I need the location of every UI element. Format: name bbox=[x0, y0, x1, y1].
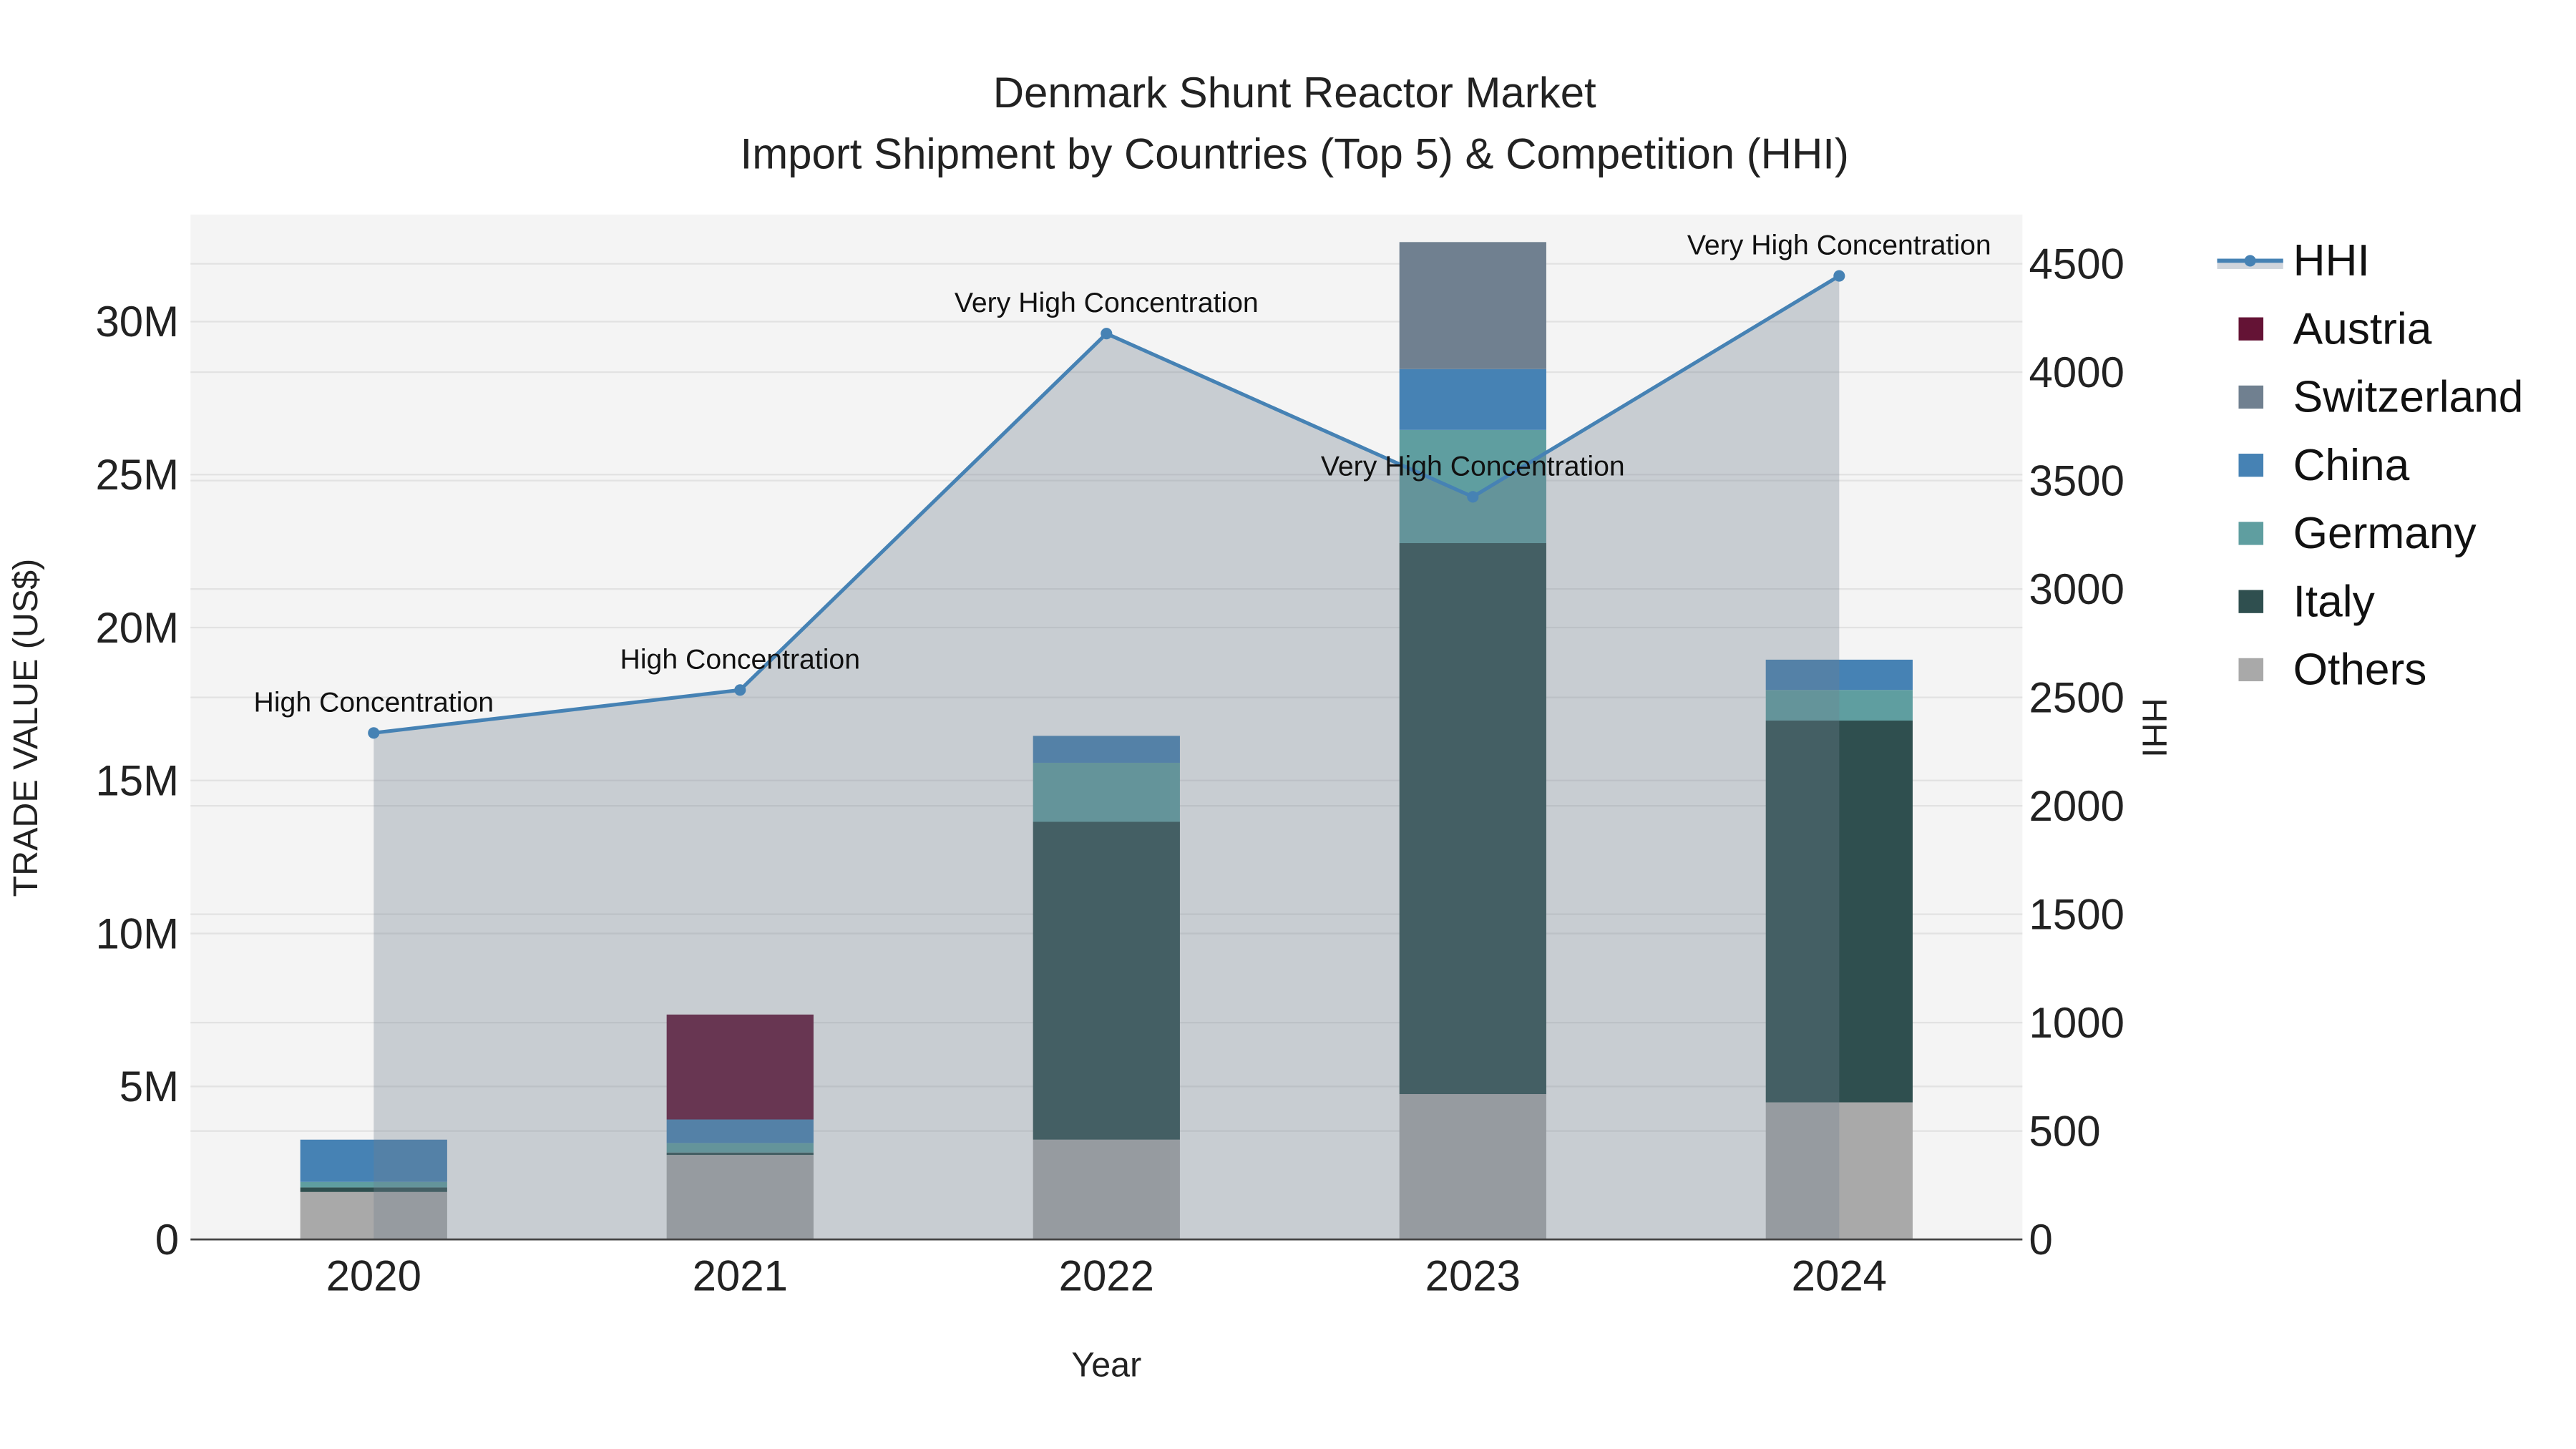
x-tick-label: 2024 bbox=[1792, 1252, 1887, 1300]
hhi-point-2020 bbox=[368, 727, 380, 739]
chart-title: Denmark Shunt Reactor Market bbox=[993, 69, 1596, 117]
y2-tick-label: 4000 bbox=[2029, 348, 2124, 396]
bar-china-2023 bbox=[1399, 369, 1546, 430]
y-tick-label: 5M bbox=[119, 1063, 179, 1111]
x-tick-label: 2020 bbox=[326, 1252, 421, 1300]
bar-switzerland-2023 bbox=[1399, 242, 1546, 369]
legend-label-germany: Germany bbox=[2293, 509, 2477, 558]
chart-subtitle: Import Shipment by Countries (Top 5) & C… bbox=[741, 130, 1849, 177]
legend-label-italy: Italy bbox=[2293, 577, 2376, 626]
legend-swatch-germany bbox=[2238, 522, 2264, 545]
hhi-point-2021 bbox=[734, 684, 746, 696]
y2-tick-label: 2000 bbox=[2029, 782, 2124, 830]
legend-label-china: China bbox=[2293, 441, 2410, 490]
x-axis-ticks: 2020 2021 2022 2023 2024 bbox=[326, 1252, 1887, 1300]
hhi-point-2023 bbox=[1467, 491, 1479, 503]
legend-label-switzerland: Switzerland bbox=[2293, 373, 2524, 422]
y-tick-label: 0 bbox=[155, 1216, 179, 1264]
y2-tick-label: 1500 bbox=[2029, 890, 2124, 938]
chart: High Concentration High Concentration Very… bbox=[6, 69, 2524, 1385]
legend-label-hhi: HHI bbox=[2293, 236, 2370, 286]
y2-tick-label: 2500 bbox=[2029, 673, 2124, 721]
legend-swatch-switzerland bbox=[2238, 385, 2264, 409]
legend-label-austria: Austria bbox=[2293, 304, 2432, 353]
y2-axis-ticks: 0 500 1000 1500 2000 2500 3000 3500 4000 4500 bbox=[2029, 240, 2124, 1263]
legend-swatch-china bbox=[2238, 454, 2264, 477]
x-tick-label: 2021 bbox=[693, 1252, 788, 1300]
hhi-annotation: High Concentration bbox=[620, 644, 860, 675]
y-tick-label: 10M bbox=[95, 909, 179, 957]
legend-label-others: Others bbox=[2293, 645, 2427, 695]
y2-tick-label: 4500 bbox=[2029, 240, 2124, 288]
hhi-point-2022 bbox=[1101, 328, 1113, 340]
hhi-annotation: High Concentration bbox=[254, 687, 494, 718]
x-tick-label: 2023 bbox=[1425, 1252, 1521, 1300]
y-tick-label: 30M bbox=[95, 298, 179, 346]
y2-tick-label: 1000 bbox=[2029, 999, 2124, 1047]
y-axis-ticks: 0 5M 10M 15M 20M 25M 30M bbox=[95, 298, 179, 1264]
legend: HHI Austria Switzerland China Germany Italy Ot… bbox=[2217, 236, 2523, 695]
y-tick-label: 20M bbox=[95, 604, 179, 652]
legend-swatch-italy bbox=[2238, 590, 2264, 613]
x-axis-title: Year bbox=[1071, 1346, 1141, 1385]
y2-tick-label: 0 bbox=[2029, 1216, 2053, 1264]
legend-swatch-others bbox=[2238, 658, 2264, 682]
legend-hhi-marker bbox=[2244, 255, 2256, 267]
y2-axis-title: HHI bbox=[2135, 698, 2174, 757]
y-tick-label: 15M bbox=[95, 757, 179, 805]
hhi-annotation: Very High Concentration bbox=[1687, 230, 1991, 261]
y-axis-title: TRADE VALUE (US$) bbox=[6, 559, 45, 897]
hhi-point-2024 bbox=[1833, 270, 1845, 282]
hhi-annotation: Very High Concentration bbox=[1321, 451, 1625, 482]
y-tick-label: 25M bbox=[95, 451, 179, 499]
hhi-annotation: Very High Concentration bbox=[955, 288, 1259, 318]
y2-tick-label: 3500 bbox=[2029, 457, 2124, 504]
x-tick-label: 2022 bbox=[1059, 1252, 1154, 1300]
y2-tick-label: 500 bbox=[2029, 1107, 2101, 1155]
y2-tick-label: 3000 bbox=[2029, 565, 2124, 613]
legend-swatch-austria bbox=[2238, 317, 2264, 341]
